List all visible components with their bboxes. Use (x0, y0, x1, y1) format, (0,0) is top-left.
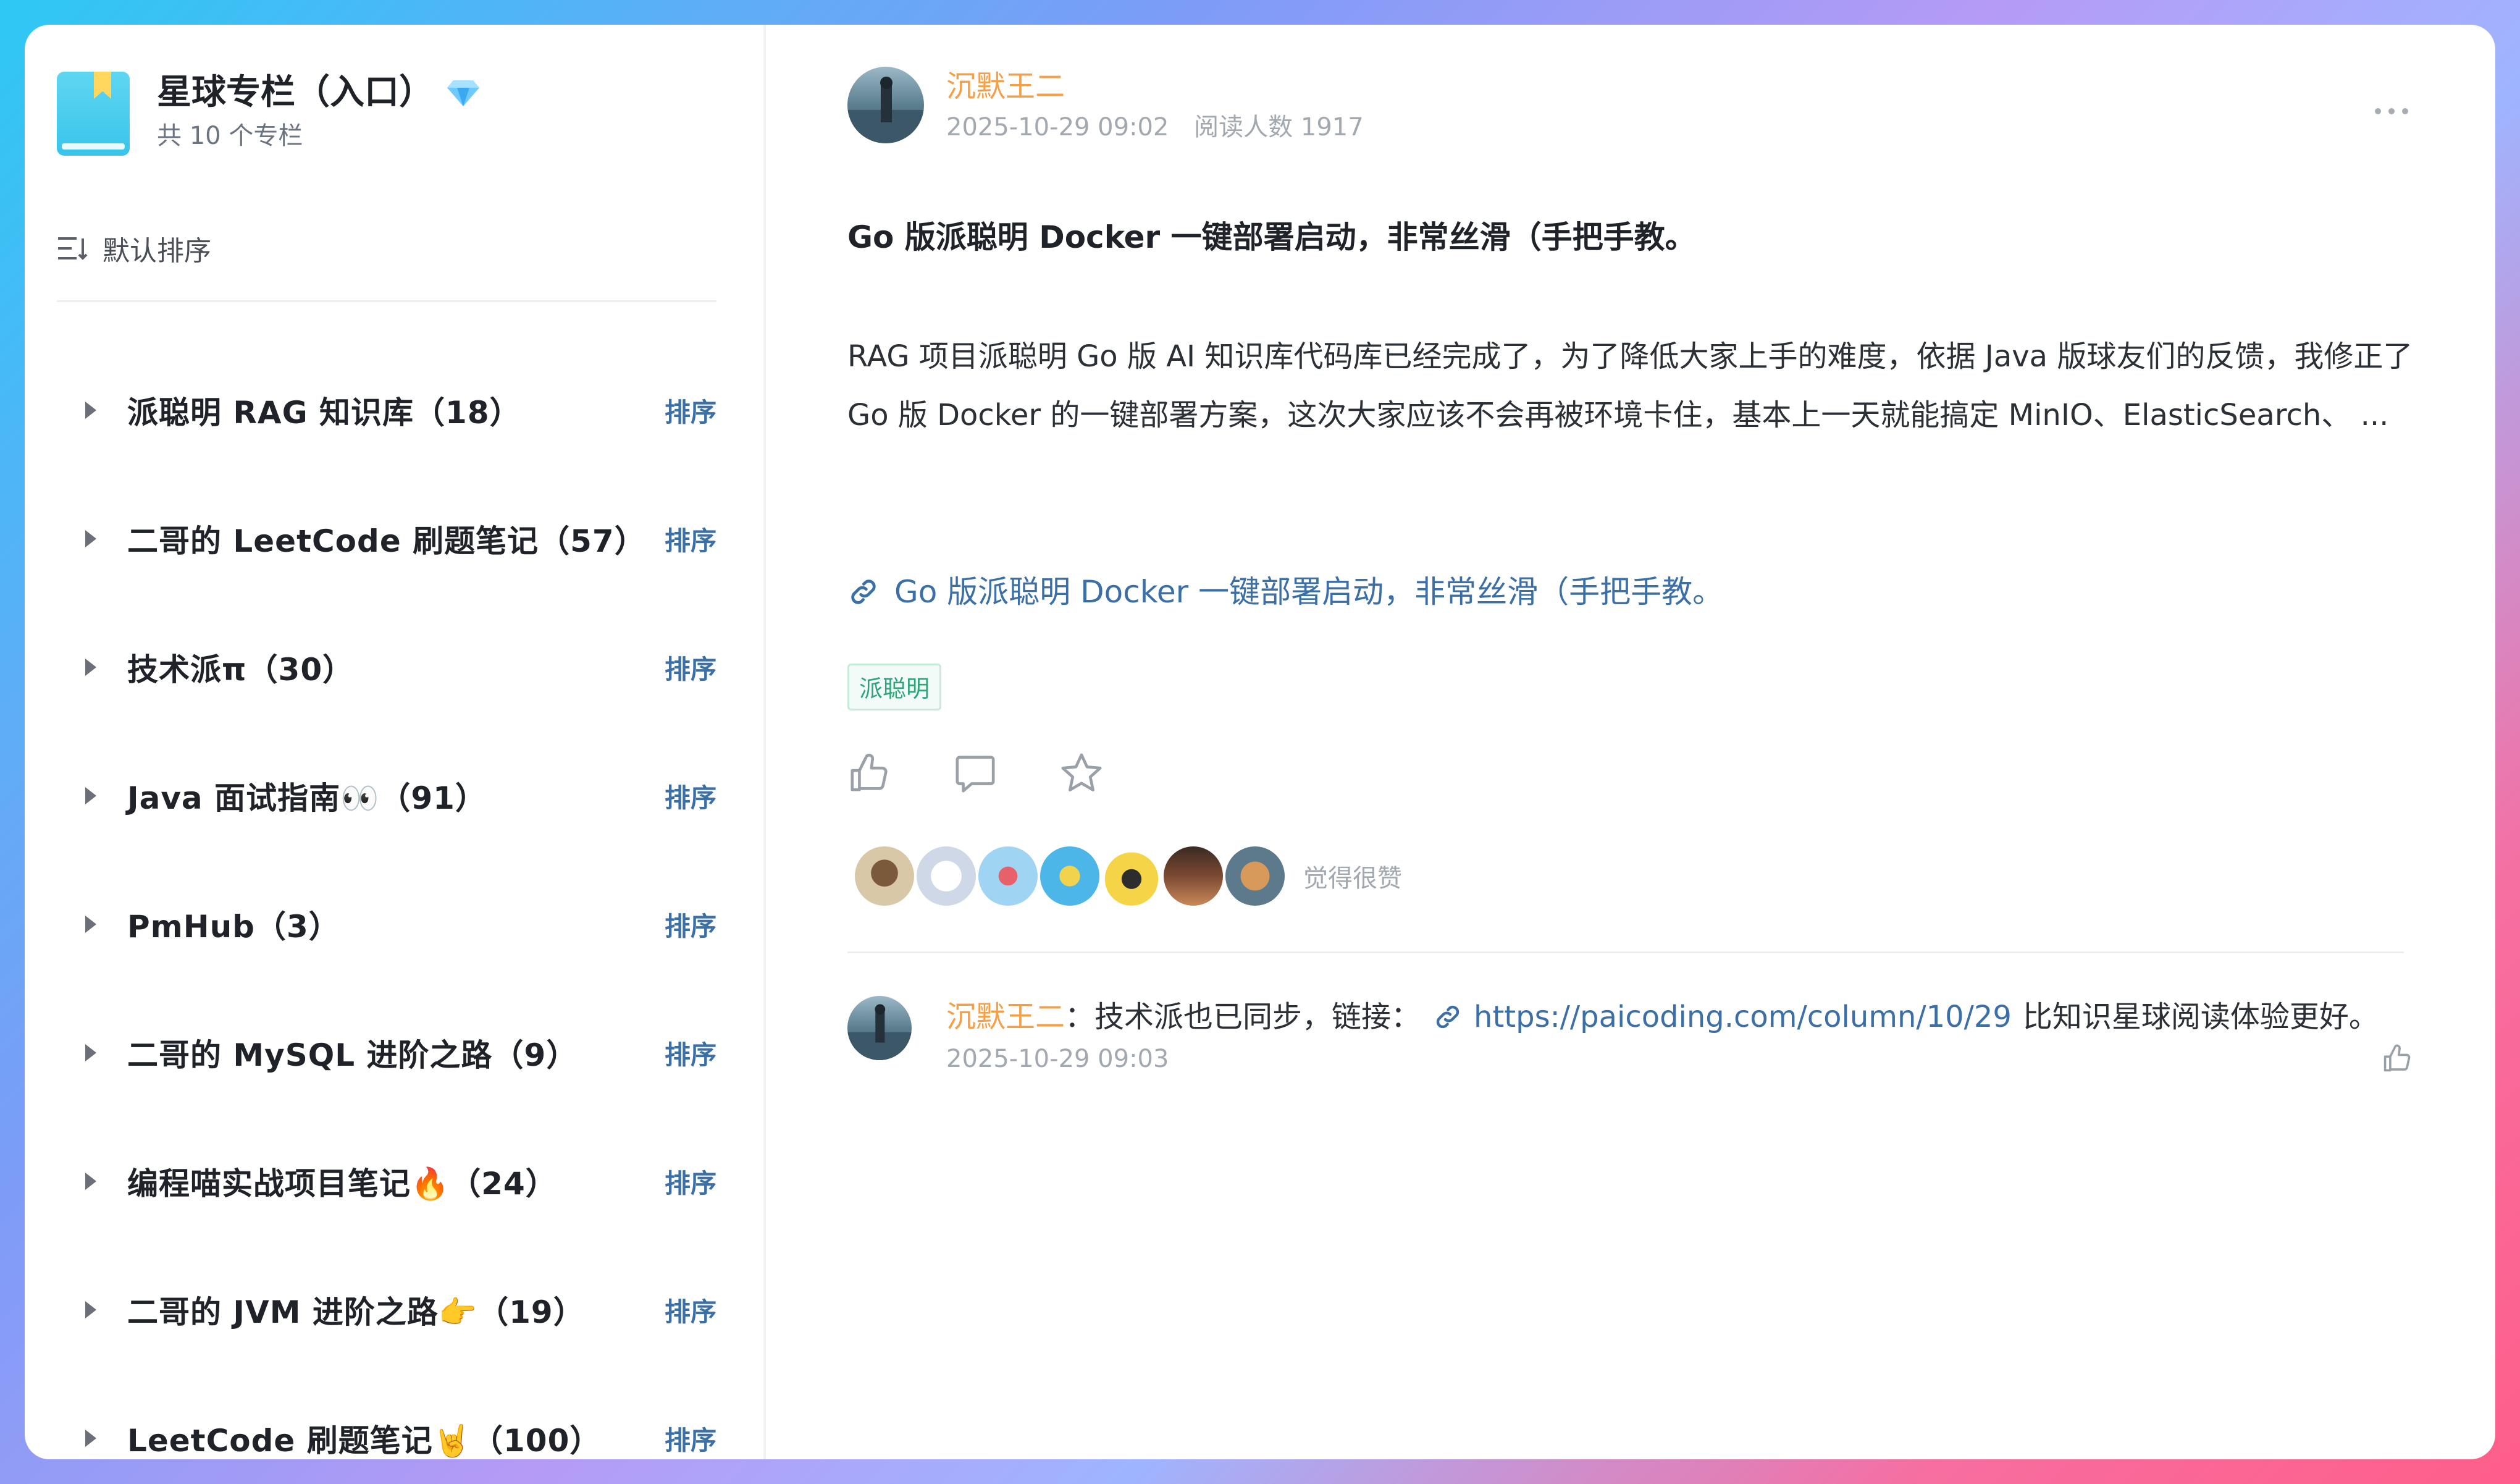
comment-text: 技术派也已同步，链接： (1094, 1000, 1421, 1034)
expand-caret-icon[interactable] (85, 787, 96, 804)
column-item[interactable]: 技术派π（30） 排序 (57, 603, 716, 731)
column-item[interactable]: 二哥的 JVM 进阶之路👉（19） 排序 (57, 1246, 716, 1374)
comment-author[interactable]: 沉默王二 (946, 992, 1065, 1042)
likers-text: 觉得很赞 (1303, 864, 1402, 893)
column-name: 编程喵实战项目笔记🔥（24） (127, 1166, 557, 1202)
default-sort-button[interactable]: 默认排序 (57, 229, 211, 268)
liker-avatar[interactable] (1099, 844, 1164, 908)
comment-separator: ： (1065, 1000, 1095, 1034)
book-icon (57, 72, 130, 156)
sidebar-header: 星球专栏（入口） 共 10 个专栏 (57, 69, 481, 156)
sort-icon (58, 237, 88, 260)
liker-avatar[interactable] (1223, 844, 1287, 908)
column-item[interactable]: 编程喵实战项目笔记🔥（24） 排序 (57, 1117, 716, 1246)
sidebar-title-row[interactable]: 星球专栏（入口） (157, 69, 481, 116)
comment-divider (847, 951, 2404, 953)
column-item[interactable]: LeetCode 刷题笔记🤘（100） 排序 (57, 1374, 716, 1459)
expand-caret-icon[interactable] (85, 916, 96, 933)
expand-caret-icon[interactable] (85, 1173, 96, 1190)
column-item[interactable]: 二哥的 LeetCode 刷题笔记（57） 排序 (57, 474, 716, 603)
commenter-avatar[interactable] (847, 996, 912, 1060)
column-sort-button[interactable]: 排序 (665, 906, 716, 943)
more-icon[interactable] (2373, 105, 2410, 117)
post-meta: 2025-10-29 09:02 阅读人数 1917 (946, 110, 1364, 145)
read-count: 阅读人数 1917 (1194, 113, 1364, 141)
column-sort-button[interactable]: 排序 (665, 1291, 716, 1329)
comment-icon[interactable] (954, 751, 997, 795)
column-name: 二哥的 JVM 进阶之路👉（19） (127, 1294, 585, 1330)
thumbs-up-icon[interactable] (847, 751, 891, 795)
column-item[interactable]: 派聪明 RAG 知识库（18） 排序 (57, 346, 716, 474)
likers-row: 觉得很赞 (852, 844, 1402, 908)
comment-link-text: https://paicoding.com/column/10/29 (1474, 1000, 2012, 1034)
column-sort-button[interactable]: 排序 (665, 520, 716, 558)
expand-caret-icon[interactable] (85, 659, 96, 676)
comment-like-icon[interactable] (2382, 1043, 2413, 1074)
liker-avatar[interactable] (914, 844, 978, 908)
app-window: 星球专栏（入口） 共 10 个专栏 默认排序 派聪明 RAG 知识库（18） 排… (25, 25, 2495, 1459)
liker-avatar[interactable] (852, 844, 917, 908)
column-item[interactable]: 二哥的 MySQL 进阶之路（9） 排序 (57, 989, 716, 1117)
column-name: LeetCode 刷题笔记🤘（100） (127, 1423, 602, 1459)
post-tag[interactable]: 派聪明 (847, 664, 942, 710)
star-icon[interactable] (1060, 751, 1103, 795)
expand-caret-icon[interactable] (85, 530, 96, 547)
liker-avatar[interactable] (976, 844, 1040, 908)
sidebar-title: 星球专栏（入口） (157, 72, 434, 112)
link-icon (851, 580, 876, 604)
sort-label: 默认排序 (103, 235, 211, 267)
comment-tail: 比知识星球阅读体验更好。 (2022, 1000, 2379, 1034)
sidebar-divider (57, 300, 716, 302)
liker-avatar[interactable] (1038, 844, 1102, 908)
author-avatar[interactable] (847, 67, 924, 143)
column-sidebar: 星球专栏（入口） 共 10 个专栏 默认排序 派聪明 RAG 知识库（18） 排… (25, 25, 766, 1459)
column-name: 二哥的 LeetCode 刷题笔记（57） (127, 523, 646, 559)
column-sort-button[interactable]: 排序 (665, 777, 716, 815)
post-body: RAG 项目派聪明 Go 版 AI 知识库代码库已经完成了，为了降低大家上手的难… (847, 339, 2413, 432)
sidebar-subtitle: 共 10 个专栏 (157, 122, 303, 150)
post-title: Go 版派聪明 Docker 一键部署启动，非常丝滑（手把手教。 (847, 219, 1696, 255)
post-link-text: Go 版派聪明 Docker 一键部署启动，非常丝滑（手把手教。 (894, 574, 1724, 610)
post-link[interactable]: Go 版派聪明 Docker 一键部署启动，非常丝滑（手把手教。 (847, 566, 1723, 618)
liker-avatar[interactable] (1161, 844, 1225, 908)
column-name: 二哥的 MySQL 进阶之路（9） (127, 1037, 578, 1073)
expand-caret-icon[interactable] (85, 1301, 96, 1318)
column-name: 技术派π（30） (127, 652, 355, 688)
comment-time: 2025-10-29 09:03 (946, 1045, 1169, 1073)
column-sort-button[interactable]: 排序 (665, 1420, 716, 1457)
post-actions (847, 751, 1166, 795)
diamond-icon (447, 80, 479, 106)
post-time: 2025-10-29 09:02 (946, 113, 1169, 141)
column-sort-button[interactable]: 排序 (665, 649, 716, 686)
author-name[interactable]: 沉默王二 (946, 67, 1065, 106)
comment: 沉默王二 ： 技术派也已同步，链接： https://paicoding.com… (946, 992, 2379, 1042)
column-name: 派聪明 RAG 知识库（18） (127, 395, 521, 431)
column-name: PmHub（3） (127, 909, 340, 945)
expand-caret-icon[interactable] (85, 1430, 96, 1447)
expand-caret-icon[interactable] (85, 402, 96, 419)
expand-caret-icon[interactable] (85, 1044, 96, 1061)
column-list: 派聪明 RAG 知识库（18） 排序 二哥的 LeetCode 刷题笔记（57）… (57, 346, 716, 1459)
link-icon (1436, 1005, 1460, 1029)
column-sort-button[interactable]: 排序 (665, 1163, 716, 1200)
post-detail: 沉默王二 2025-10-29 09:02 阅读人数 1917 Go 版派聪明 … (766, 25, 2495, 1459)
column-sort-button[interactable]: 排序 (665, 392, 716, 429)
column-sort-button[interactable]: 排序 (665, 1034, 716, 1072)
column-item[interactable]: PmHub（3） 排序 (57, 860, 716, 989)
column-item[interactable]: Java 面试指南👀（91） 排序 (57, 731, 716, 860)
comment-link[interactable]: https://paicoding.com/column/10/29 (1433, 992, 2012, 1042)
column-name: Java 面试指南👀（91） (127, 780, 487, 816)
